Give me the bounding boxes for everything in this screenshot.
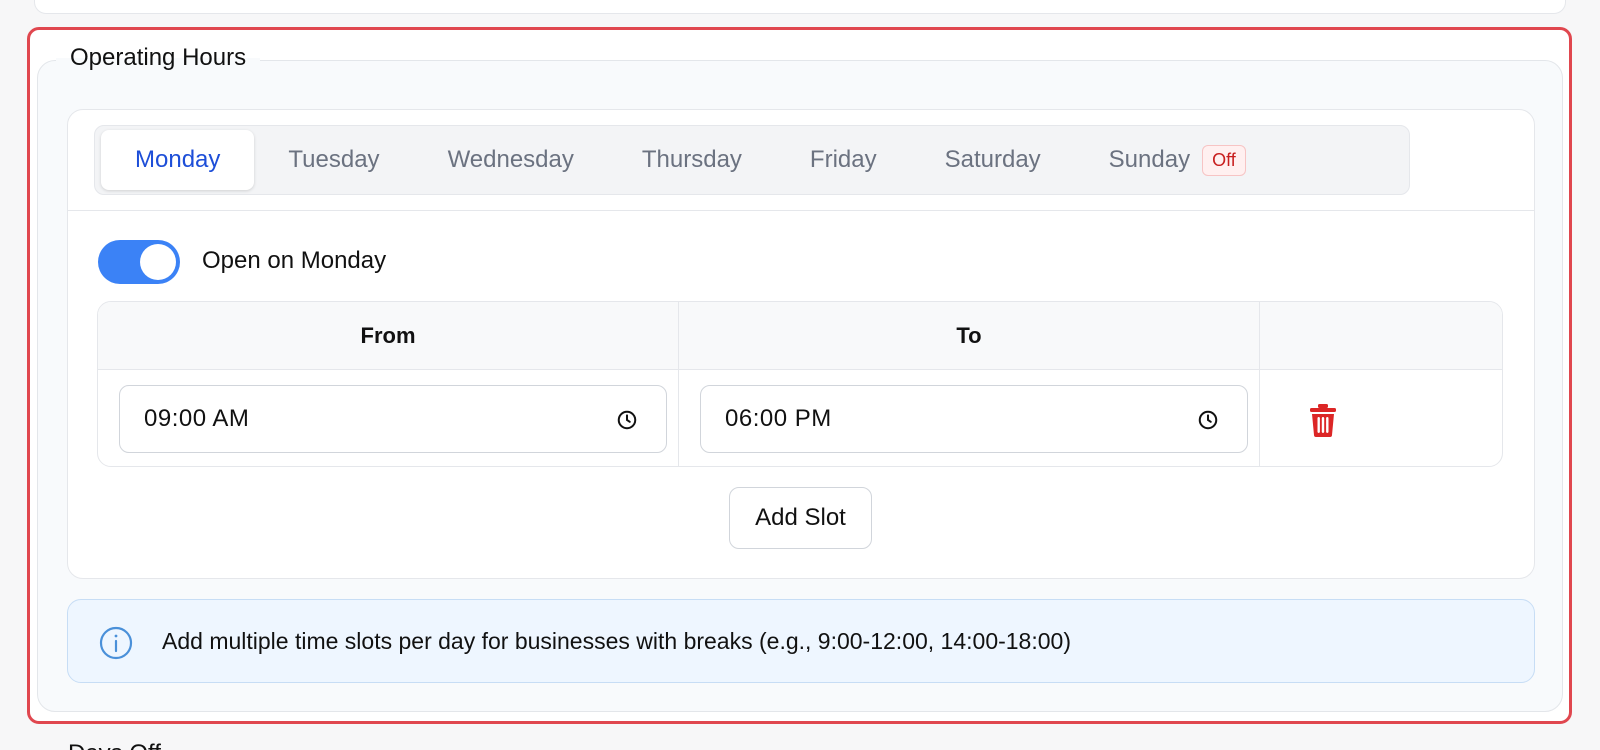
previous-section-card (34, 0, 1566, 14)
from-time-value: 09:00 AM (144, 405, 250, 432)
off-badge: Off (1202, 144, 1246, 176)
info-alert: Add multiple time slots per day for busi… (67, 599, 1535, 683)
tab-label: Thursday (641, 146, 742, 173)
clock-icon[interactable] (1197, 409, 1219, 438)
days-off-section-title: Days Off (68, 740, 161, 750)
tabs-divider (68, 210, 1534, 211)
toggle-knob (140, 244, 176, 280)
operating-hours-legend: Operating Hours (56, 44, 261, 72)
tab-wednesday[interactable]: Wednesday (414, 130, 608, 190)
tab-label: Friday (809, 146, 877, 173)
tab-monday[interactable]: Monday (101, 130, 255, 190)
table-header: From To (98, 302, 1502, 370)
add-slot-button[interactable]: Add Slot (729, 487, 872, 549)
from-time-input[interactable]: 09:00 AM (119, 385, 667, 453)
tab-thursday[interactable]: Thursday (608, 130, 776, 190)
tab-friday[interactable]: Friday (776, 130, 911, 190)
tab-label: Wednesday (447, 146, 574, 173)
time-slots-table: From To 09:00 AM 06:00 PM (97, 301, 1503, 467)
clock-icon[interactable] (616, 409, 638, 438)
tab-label: Monday (135, 146, 221, 173)
column-divider (1259, 302, 1260, 466)
tab-label: Saturday (944, 146, 1041, 173)
info-circle-icon (98, 625, 134, 666)
tab-label: Sunday (1108, 146, 1191, 173)
open-day-label: Open on Monday (202, 247, 387, 274)
column-divider (678, 302, 679, 466)
column-header-from: From (360, 323, 416, 348)
day-tabs: Monday Tuesday Wednesday Thursday Friday… (94, 125, 1410, 195)
column-header-to: To (956, 323, 982, 348)
tab-label: Tuesday (288, 146, 380, 173)
open-day-toggle[interactable] (98, 240, 180, 284)
info-text: Add multiple time slots per day for busi… (162, 628, 1071, 654)
trash-icon[interactable] (1309, 403, 1337, 442)
to-time-value: 06:00 PM (725, 405, 832, 432)
to-time-input[interactable]: 06:00 PM (700, 385, 1248, 453)
tab-tuesday[interactable]: Tuesday (254, 130, 413, 190)
tab-sunday[interactable]: Sunday Off (1075, 130, 1280, 190)
tab-saturday[interactable]: Saturday (911, 130, 1075, 190)
